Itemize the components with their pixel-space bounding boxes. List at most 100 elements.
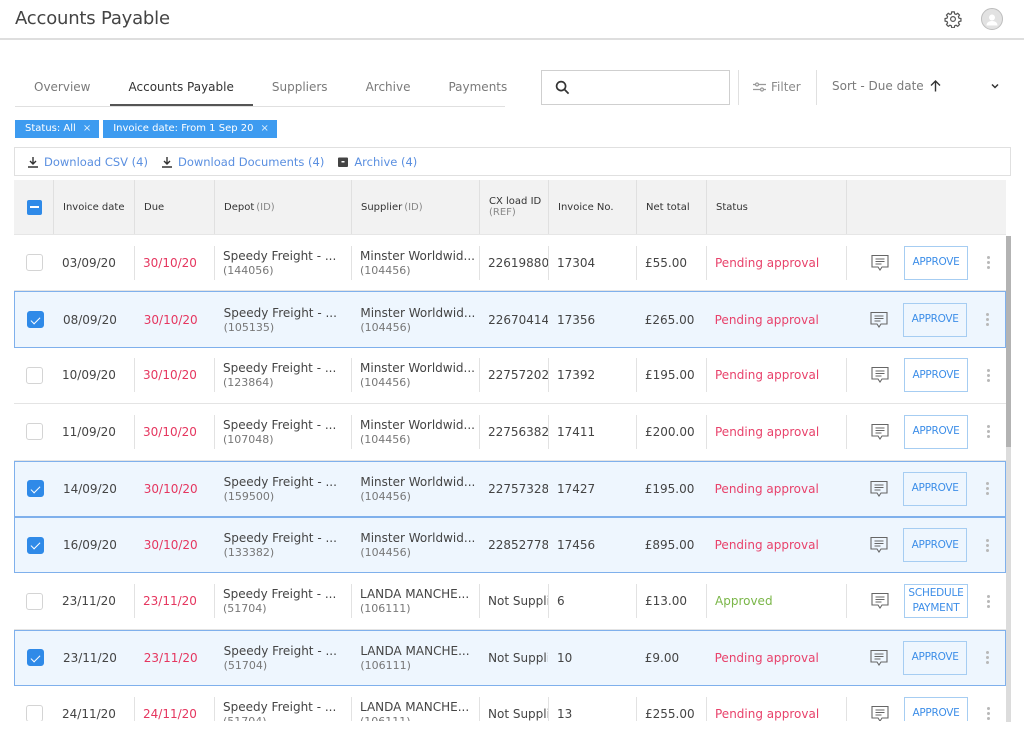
supplier-name: LANDA MANCHE...	[360, 587, 470, 602]
row-action-button[interactable]: APPROVE	[903, 302, 968, 337]
sliders-icon	[753, 82, 766, 92]
row-action-button[interactable]: APPROVE	[904, 358, 968, 393]
comment-icon[interactable]	[870, 254, 890, 272]
column-header-depot[interactable]: Depot (ID)	[215, 180, 352, 234]
more-options-icon[interactable]	[987, 594, 991, 608]
table-row[interactable]: 23/11/20 23/11/20 Speedy Freight - ... (5…	[14, 629, 1006, 687]
row-select-cell	[15, 472, 55, 506]
download-csv-button[interactable]: Download CSV (4)	[27, 155, 148, 169]
more-options-icon[interactable]	[987, 707, 991, 721]
close-icon[interactable]: ×	[83, 120, 91, 138]
row-checkbox[interactable]	[26, 705, 43, 721]
filter-button[interactable]: Filter	[753, 80, 801, 94]
chevron-down-icon[interactable]	[990, 82, 1000, 90]
tab-accounts-payable[interactable]: Accounts Payable	[109, 70, 253, 106]
column-label: Supplier	[361, 201, 403, 213]
invoice-date-cell: 10/09/20	[54, 358, 135, 393]
row-checkbox[interactable]	[27, 536, 44, 554]
due-date: 30/10/20	[143, 538, 198, 553]
row-action-button[interactable]: SCHEDULE PAYMENT	[904, 584, 968, 619]
comment-icon[interactable]	[869, 480, 889, 498]
comment-icon[interactable]	[870, 592, 890, 610]
comment-icon[interactable]	[870, 423, 890, 441]
invoice-date: 24/11/20	[62, 706, 116, 721]
column-header-supplier[interactable]: Supplier (ID)	[352, 180, 480, 234]
depot-id: (105135)	[223, 320, 275, 334]
column-label: Invoice No.	[558, 201, 614, 213]
table-row[interactable]: 08/09/20 30/10/20 Speedy Freight - ... (1…	[14, 291, 1006, 348]
column-sublabel: (REF)	[489, 207, 516, 218]
column-header-invoice-no[interactable]: Invoice No.	[549, 180, 637, 234]
row-action-button[interactable]: APPROVE	[903, 640, 968, 675]
row-checkbox[interactable]	[27, 649, 44, 667]
comment-icon[interactable]	[870, 705, 890, 721]
depot-name: Speedy Freight - ...	[223, 417, 337, 432]
column-header-invoice-date[interactable]: Invoice date	[54, 180, 135, 234]
row-checkbox[interactable]	[26, 254, 43, 272]
row-action-button[interactable]: APPROVE	[904, 696, 968, 721]
download-documents-button[interactable]: Download Documents (4)	[161, 155, 324, 169]
more-options-icon[interactable]	[987, 368, 991, 382]
table-row[interactable]: 23/11/20 23/11/20 Speedy Freight - ... (5…	[14, 573, 1006, 630]
more-options-icon[interactable]	[987, 425, 991, 439]
tab-archive[interactable]: Archive	[347, 70, 430, 106]
table-row[interactable]: 11/09/20 30/10/20 Speedy Freight - ... (1…	[14, 404, 1006, 461]
more-options-icon[interactable]	[986, 538, 990, 552]
depot-cell: Speedy Freight - ...(51704)	[215, 696, 352, 721]
cx-load-id: Not Suppli...	[488, 650, 548, 665]
more-options-icon[interactable]	[987, 256, 991, 270]
comment-icon[interactable]	[869, 649, 889, 667]
supplier-cell: Minster Worldwid... (104456)	[352, 472, 480, 506]
invoice-no-cell: 13	[549, 696, 637, 721]
cx-load-id-cell: 22852778	[480, 528, 549, 562]
more-options-icon[interactable]	[986, 313, 990, 327]
supplier-name: Minster Worldwid...	[360, 248, 475, 263]
row-action-button[interactable]: APPROVE	[904, 245, 968, 280]
invoice-date-cell: 23/11/20	[55, 641, 136, 675]
search-icon	[555, 80, 570, 95]
arrow-up-icon	[930, 80, 941, 92]
row-action-button[interactable]: APPROVE	[903, 528, 968, 563]
comment-icon[interactable]	[870, 366, 890, 384]
column-header-cx-load-id[interactable]: CX load ID (REF)	[480, 180, 549, 234]
table-row[interactable]: 16/09/20 30/10/20 Speedy Freight - ... (1…	[14, 516, 1006, 574]
select-all-checkbox[interactable]	[27, 199, 42, 215]
table-row[interactable]: 03/09/20 30/10/20 Speedy Freight - ... (1…	[14, 235, 1006, 292]
more-options-icon[interactable]	[986, 651, 990, 665]
scrollbar-thumb[interactable]	[1006, 236, 1011, 447]
row-checkbox[interactable]	[26, 423, 43, 441]
tab-suppliers[interactable]: Suppliers	[253, 70, 347, 106]
archive-button[interactable]: Archive (4)	[337, 155, 417, 169]
net-total-cell: £13.00	[637, 584, 707, 619]
table-header: Invoice date Due Depot (ID) Supplier (ID…	[14, 180, 1006, 235]
cx-load-id-cell: 22670414	[480, 303, 549, 337]
tab-payments[interactable]: Payments	[429, 70, 526, 106]
column-header-net-total[interactable]: Net total	[637, 180, 707, 234]
column-header-status[interactable]: Status	[707, 180, 847, 234]
row-checkbox[interactable]	[26, 592, 43, 610]
invoice-number: 17427	[556, 481, 596, 496]
more-options-icon[interactable]	[986, 482, 990, 496]
table-row[interactable]: 10/09/20 30/10/20 Speedy Freight - ... (1…	[14, 347, 1006, 405]
row-action-button[interactable]: APPROVE	[903, 471, 968, 506]
tab-overview[interactable]: Overview	[15, 70, 110, 106]
depot-id: (123864)	[223, 376, 274, 390]
gear-icon[interactable]	[944, 10, 962, 28]
table-row[interactable]: 24/11/20 24/11/20 Speedy Freight - ...(5…	[14, 686, 1006, 721]
comment-icon[interactable]	[869, 311, 889, 329]
row-checkbox[interactable]	[26, 366, 43, 384]
search-input[interactable]	[578, 75, 723, 100]
sort-button[interactable]: Sort - Due date	[832, 79, 941, 93]
comment-icon[interactable]	[869, 536, 889, 554]
supplier-id: (104456)	[360, 263, 411, 277]
column-header-due[interactable]: Due	[135, 180, 215, 234]
table-row[interactable]: 14/09/20 30/10/20 Speedy Freight - ... (1…	[14, 460, 1006, 517]
row-action-button[interactable]: APPROVE	[904, 414, 968, 449]
depot-cell: Speedy Freight - ... (133382)	[216, 528, 353, 562]
depot-id: (51704)	[223, 602, 267, 616]
status-cell: Pending approval	[707, 472, 847, 506]
close-icon[interactable]: ×	[260, 120, 268, 138]
row-checkbox[interactable]	[27, 311, 44, 329]
avatar[interactable]	[981, 8, 1003, 30]
row-checkbox[interactable]	[27, 480, 44, 498]
